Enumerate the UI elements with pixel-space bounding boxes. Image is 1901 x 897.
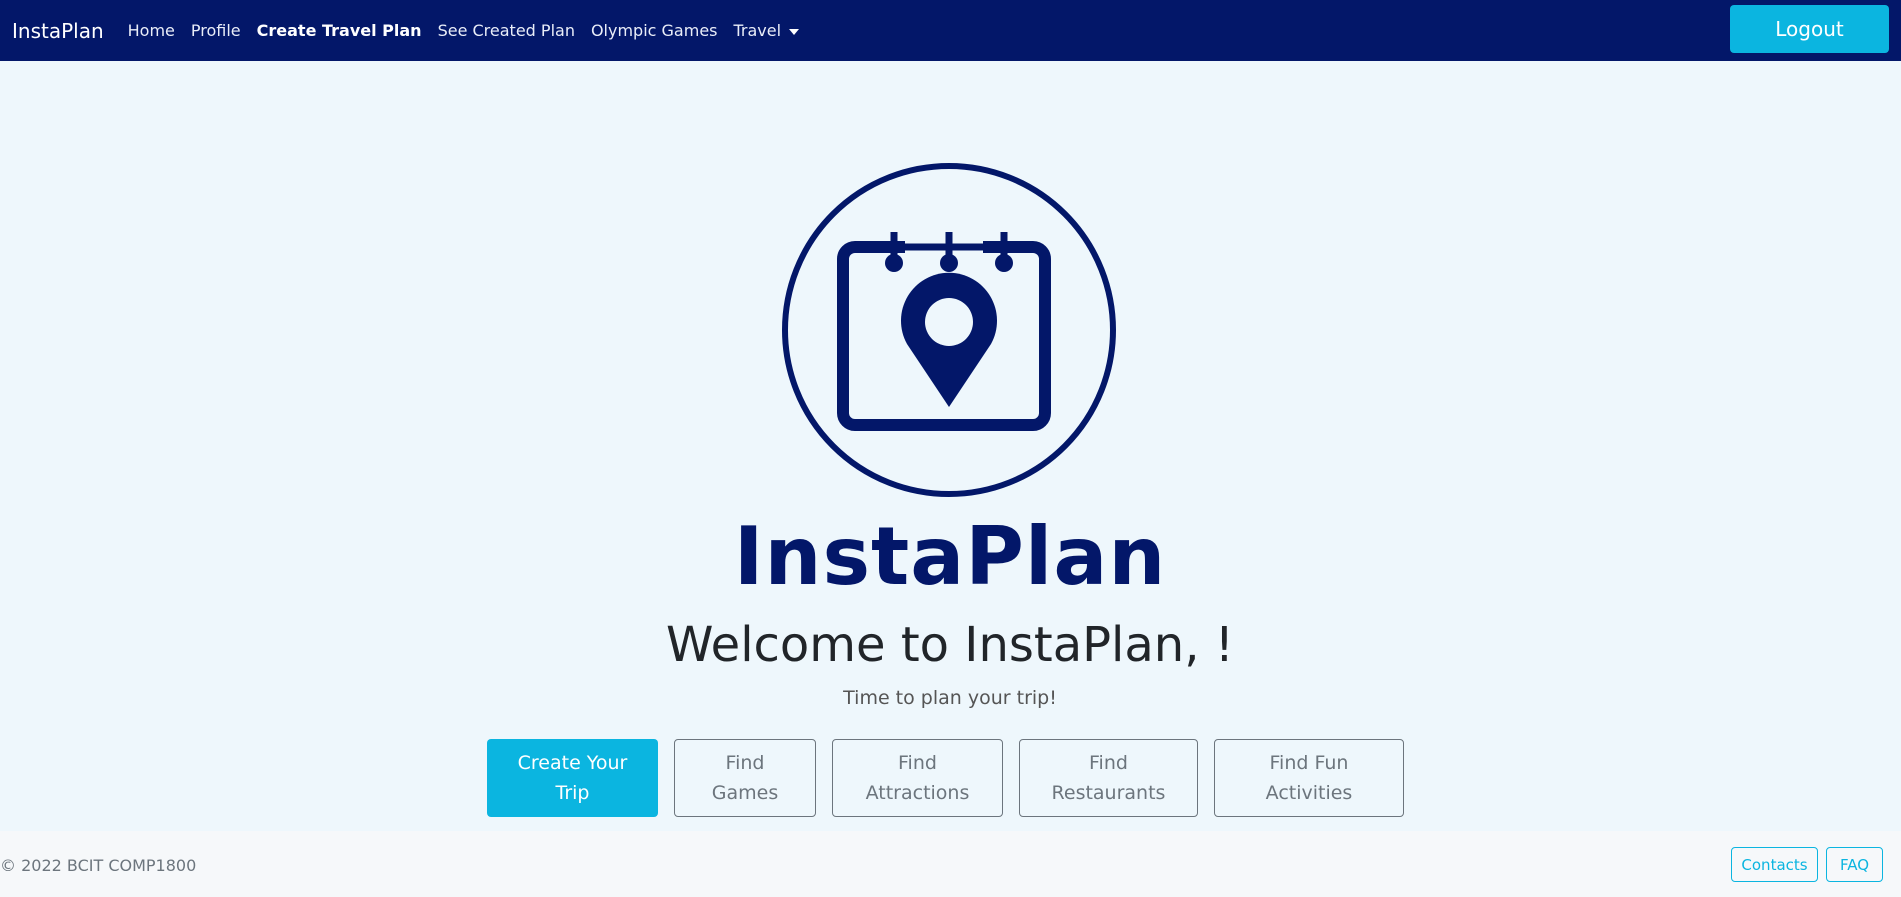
nav-travel-dropdown[interactable]: Travel <box>734 21 800 40</box>
find-attractions-button[interactable]: Find Attractions <box>832 739 1003 817</box>
find-fun-activities-button[interactable]: Find Fun Activities <box>1214 739 1404 817</box>
find-games-line2: Games <box>711 782 779 804</box>
nav-olympic-games[interactable]: Olympic Games <box>591 21 718 40</box>
dropdown-caret-icon <box>789 28 800 35</box>
find-restaurants-button[interactable]: Find Restaurants <box>1019 739 1198 817</box>
logo-wordmark: InstaPlan <box>733 510 1167 603</box>
find-fun-line1: Find Fun <box>1269 752 1349 774</box>
logout-button[interactable]: Logout <box>1730 5 1889 53</box>
faq-button[interactable]: FAQ <box>1826 847 1883 882</box>
find-attractions-line2: Attractions <box>865 782 970 804</box>
find-games-line1: Find <box>725 752 765 774</box>
contacts-button[interactable]: Contacts <box>1731 847 1818 882</box>
create-your-trip-button[interactable]: Create Your Trip <box>487 739 658 817</box>
copyright-text: © 2022 BCIT COMP1800 <box>0 856 197 875</box>
calendar-location-icon <box>782 163 1116 497</box>
top-navbar: InstaPlan Home Profile Create Travel Pla… <box>0 0 1901 61</box>
nav-see-created-plan[interactable]: See Created Plan <box>438 21 575 40</box>
tagline-text: Time to plan your trip! <box>843 687 1057 709</box>
nav-home[interactable]: Home <box>128 21 175 40</box>
find-restaurants-line2: Restaurants <box>1051 782 1166 804</box>
brand-link[interactable]: InstaPlan <box>12 19 104 43</box>
nav-travel-label: Travel <box>733 21 782 40</box>
nav-profile[interactable]: Profile <box>191 21 241 40</box>
find-attractions-line1: Find <box>898 752 937 774</box>
welcome-heading: Welcome to InstaPlan, ! <box>666 617 1234 673</box>
page-footer: © 2022 BCIT COMP1800 Contacts FAQ <box>0 831 1901 897</box>
nav-create-travel-plan[interactable]: Create Travel Plan <box>257 21 422 40</box>
find-restaurants-line1: Find <box>1089 752 1128 774</box>
create-trip-line1: Create Your <box>517 752 628 774</box>
find-games-button[interactable]: Find Games <box>674 739 816 817</box>
find-fun-line2: Activities <box>1265 782 1353 804</box>
create-trip-line2: Trip <box>555 782 590 804</box>
